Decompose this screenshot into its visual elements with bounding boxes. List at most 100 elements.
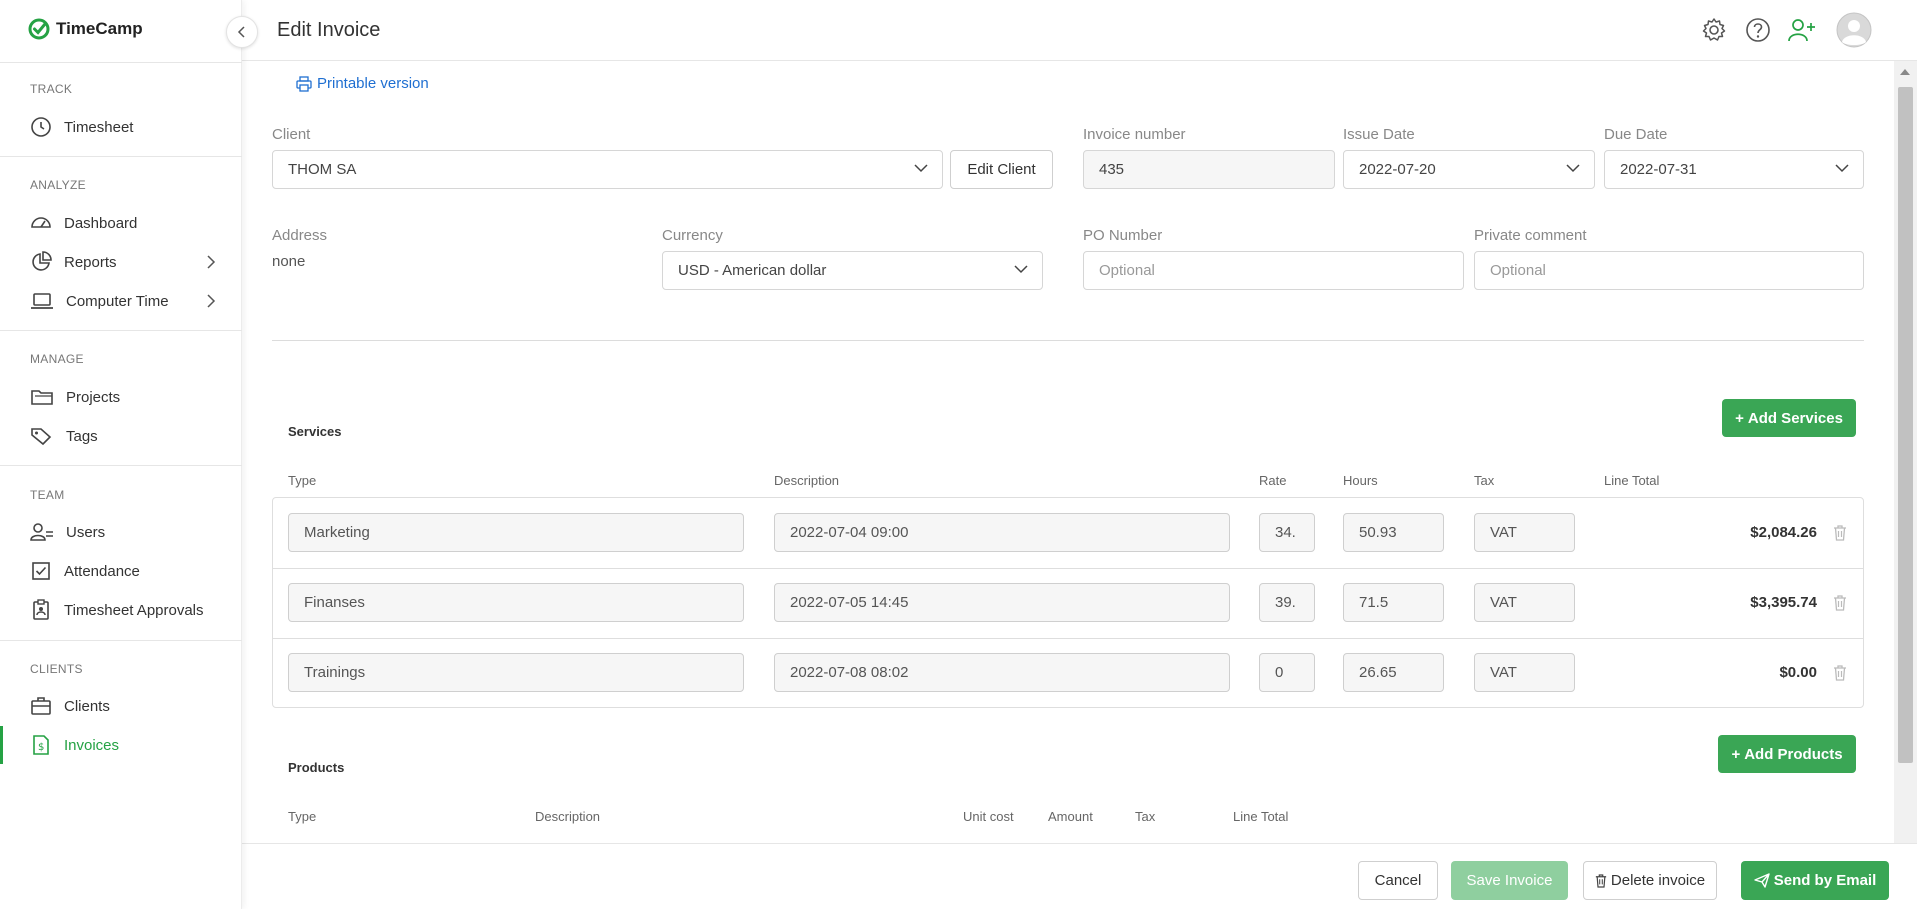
send-by-email-button[interactable]: Send by Email bbox=[1741, 861, 1889, 900]
client-value: THOM SA bbox=[288, 161, 357, 178]
sidebar-item-tags[interactable]: Tags bbox=[0, 417, 242, 455]
sidebar-item-computer-time[interactable]: Computer Time bbox=[0, 282, 242, 320]
add-products-label: Add Products bbox=[1744, 745, 1843, 763]
delete-invoice-button[interactable]: Delete invoice bbox=[1583, 861, 1717, 900]
printable-version-link[interactable]: Printable version bbox=[296, 75, 429, 92]
sidebar-item-label: Timesheet bbox=[64, 118, 134, 136]
sidebar-item-timesheet-approvals[interactable]: Timesheet Approvals bbox=[0, 591, 242, 629]
sidebar-divider bbox=[0, 640, 242, 641]
sidebar-item-timesheet[interactable]: Timesheet bbox=[0, 108, 242, 146]
service-hours-input[interactable]: 26.65 bbox=[1343, 653, 1444, 692]
printable-version-label: Printable version bbox=[317, 75, 429, 92]
clipboard-icon bbox=[33, 599, 49, 620]
currency-select[interactable]: USD - American dollar bbox=[662, 251, 1043, 290]
products-col-unit-cost: Unit cost bbox=[963, 809, 1014, 824]
sidebar-item-invoices[interactable]: $ Invoices bbox=[0, 726, 242, 764]
client-label: Client bbox=[272, 126, 311, 143]
issue-date-label: Issue Date bbox=[1343, 126, 1415, 143]
row-divider bbox=[273, 568, 1863, 569]
service-type-input[interactable]: Finanses bbox=[288, 583, 744, 622]
invoice-form: Printable version Client THOM SA Edit Cl… bbox=[242, 61, 1894, 843]
invoice-icon: $ bbox=[33, 735, 49, 755]
service-rate-input[interactable]: 39. bbox=[1259, 583, 1315, 622]
sidebar-item-label: Reports bbox=[64, 253, 117, 271]
clock-icon bbox=[31, 117, 51, 137]
issue-date-value: 2022-07-20 bbox=[1359, 161, 1436, 178]
form-divider bbox=[272, 340, 1864, 341]
cancel-button[interactable]: Cancel bbox=[1358, 861, 1438, 900]
sidebar-item-reports[interactable]: Reports bbox=[0, 243, 242, 281]
avatar[interactable] bbox=[1835, 11, 1873, 49]
service-tax-select[interactable]: VAT bbox=[1474, 513, 1575, 552]
invite-user-button[interactable] bbox=[1786, 14, 1818, 46]
service-hours-input[interactable]: 50.93 bbox=[1343, 513, 1444, 552]
service-rate-input[interactable]: 34. bbox=[1259, 513, 1315, 552]
paper-plane-icon bbox=[1754, 873, 1770, 888]
service-rate-input[interactable]: 0 bbox=[1259, 653, 1315, 692]
scroll-up-arrow-icon[interactable] bbox=[1900, 69, 1910, 75]
folder-icon bbox=[31, 390, 53, 405]
service-description-input[interactable]: 2022-07-04 09:00 bbox=[774, 513, 1230, 552]
service-hours-input[interactable]: 71.5 bbox=[1343, 583, 1444, 622]
scrollbar-thumb[interactable] bbox=[1898, 87, 1913, 763]
trash-icon bbox=[1595, 873, 1607, 888]
private-comment-label: Private comment bbox=[1474, 227, 1587, 244]
plus-icon: + bbox=[1731, 745, 1741, 763]
services-col-line-total: Line Total bbox=[1604, 473, 1660, 488]
save-invoice-button[interactable]: Save Invoice bbox=[1451, 861, 1568, 900]
invoice-number-input[interactable]: 435 bbox=[1083, 150, 1335, 189]
chevron-down-icon bbox=[1014, 265, 1028, 274]
sidebar-item-projects[interactable]: Projects bbox=[0, 378, 242, 416]
service-line-total: $3,395.74 bbox=[1750, 594, 1817, 611]
timecamp-logo[interactable]: TimeCamp bbox=[28, 18, 143, 40]
users-icon bbox=[30, 523, 53, 541]
service-type-input[interactable]: Marketing bbox=[288, 513, 744, 552]
collapse-sidebar-button[interactable] bbox=[226, 16, 258, 48]
due-date-picker[interactable]: 2022-07-31 bbox=[1604, 150, 1864, 189]
help-icon bbox=[1746, 18, 1770, 42]
chevron-right-icon bbox=[207, 255, 216, 269]
trash-icon[interactable] bbox=[1833, 525, 1847, 541]
sidebar-item-attendance[interactable]: Attendance bbox=[0, 552, 242, 590]
printer-icon bbox=[296, 75, 312, 92]
sidebar-item-dashboard[interactable]: Dashboard bbox=[0, 204, 242, 242]
po-number-label: PO Number bbox=[1083, 227, 1163, 244]
briefcase-icon bbox=[31, 697, 51, 715]
trash-icon[interactable] bbox=[1833, 595, 1847, 611]
address-label: Address bbox=[272, 227, 328, 244]
services-col-hours: Hours bbox=[1343, 473, 1378, 488]
private-comment-placeholder: Optional bbox=[1490, 262, 1546, 279]
service-description-input[interactable]: 2022-07-05 14:45 bbox=[774, 583, 1230, 622]
client-select[interactable]: THOM SA bbox=[272, 150, 943, 189]
laptop-icon bbox=[31, 293, 53, 309]
sidebar-item-label: Clients bbox=[64, 697, 110, 715]
edit-client-button[interactable]: Edit Client bbox=[950, 150, 1053, 189]
address-value: none bbox=[272, 253, 306, 270]
services-title: Services bbox=[288, 424, 342, 439]
chevron-down-icon bbox=[914, 164, 928, 173]
po-number-input[interactable]: Optional bbox=[1083, 251, 1464, 290]
row-divider bbox=[273, 638, 1863, 639]
service-tax-select[interactable]: VAT bbox=[1474, 583, 1575, 622]
service-tax-select[interactable]: VAT bbox=[1474, 653, 1575, 692]
add-products-button[interactable]: + Add Products bbox=[1718, 735, 1856, 773]
dashboard-icon bbox=[31, 217, 51, 228]
service-type-input[interactable]: Trainings bbox=[288, 653, 744, 692]
gear-icon bbox=[1702, 18, 1726, 41]
top-bar: Edit Invoice bbox=[242, 0, 1917, 61]
issue-date-picker[interactable]: 2022-07-20 bbox=[1343, 150, 1595, 189]
logo-text: TimeCamp bbox=[56, 19, 143, 38]
service-description-input[interactable]: 2022-07-08 08:02 bbox=[774, 653, 1230, 692]
sidebar-item-clients[interactable]: Clients bbox=[0, 687, 242, 725]
settings-button[interactable] bbox=[1698, 14, 1730, 46]
trash-icon[interactable] bbox=[1833, 665, 1847, 681]
products-title: Products bbox=[288, 760, 345, 775]
sidebar-item-label: Timesheet Approvals bbox=[64, 601, 204, 619]
help-button[interactable] bbox=[1742, 14, 1774, 46]
private-comment-input[interactable]: Optional bbox=[1474, 251, 1864, 290]
add-services-button[interactable]: + Add Services bbox=[1722, 399, 1856, 437]
sidebar-item-users[interactable]: Users bbox=[0, 513, 242, 551]
delete-invoice-label: Delete invoice bbox=[1610, 872, 1706, 889]
vertical-scrollbar[interactable] bbox=[1894, 61, 1917, 843]
sidebar-divider bbox=[0, 330, 242, 331]
